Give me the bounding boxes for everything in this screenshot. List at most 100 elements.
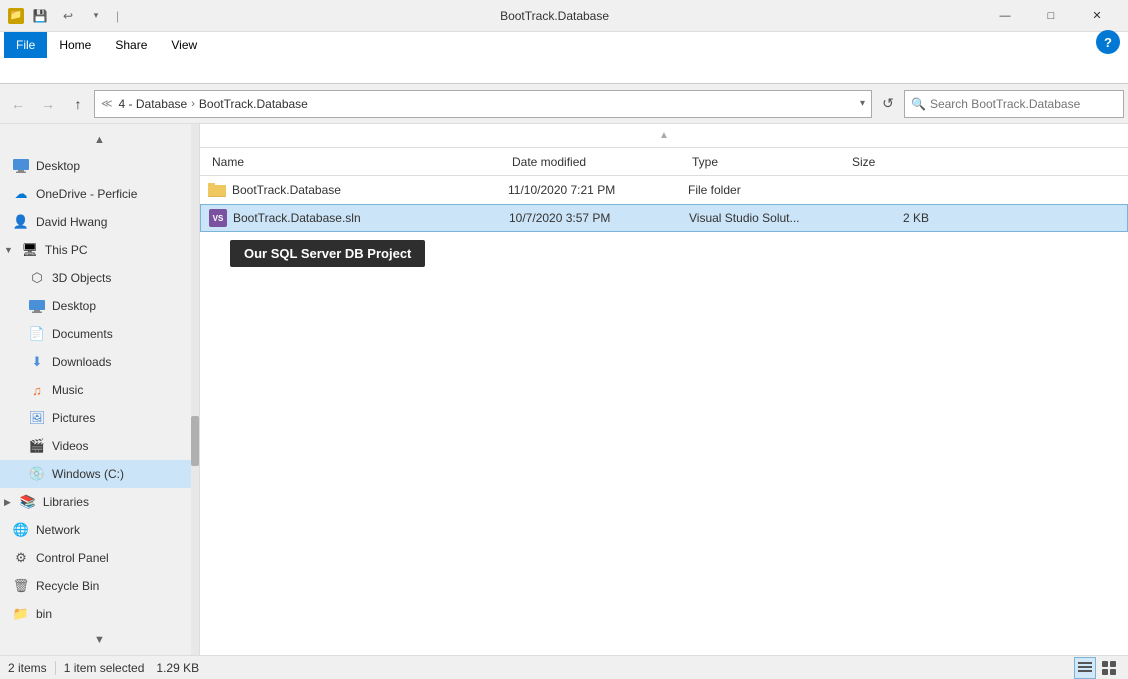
content-scroll-up-btn[interactable]: ▲ <box>659 130 669 141</box>
user-icon: 👤 <box>12 213 30 231</box>
sidebar-item-thispc-label: This PC <box>45 243 88 257</box>
qat-undo-btn[interactable]: ↩ <box>56 4 80 28</box>
file-name-folder: BootTrack.Database <box>208 181 508 200</box>
file-name-sln: VS BootTrack.Database.sln <box>209 209 509 227</box>
status-separator-1 <box>55 661 56 675</box>
address-current: BootTrack.Database <box>199 97 308 111</box>
music-icon: ♫ <box>28 381 46 399</box>
sidebar-item-user[interactable]: 👤 David Hwang <box>0 208 199 236</box>
app-icon: 📁 <box>8 8 24 24</box>
sidebar-item-network-label: Network <box>36 523 80 537</box>
ribbon-tabs: File Home Share View ? <box>0 32 1128 58</box>
maximize-button[interactable]: □ <box>1028 0 1074 32</box>
window-controls: — □ ✕ <box>982 0 1120 32</box>
file-type-folder: File folder <box>688 183 848 197</box>
status-count: 2 items <box>8 661 47 675</box>
search-input[interactable] <box>930 97 1117 111</box>
pictures-icon: 🖼 <box>28 409 46 427</box>
sidebar-item-libraries-label: Libraries <box>43 495 89 509</box>
sidebar-item-documents-label: Documents <box>52 327 113 341</box>
close-button[interactable]: ✕ <box>1074 0 1120 32</box>
sidebar-item-network[interactable]: 🌐 Network <box>0 516 199 544</box>
address-chevron-1: › <box>191 98 195 110</box>
sidebar-item-bin-label: bin <box>36 607 52 621</box>
libraries-expand-icon: ▶ <box>4 497 11 508</box>
refresh-button[interactable]: ↺ <box>874 90 902 118</box>
file-date-sln: 10/7/2020 3:57 PM <box>509 211 689 225</box>
sidebar-scrollbar-thumb[interactable] <box>191 416 199 466</box>
sidebar-item-3dobjects-label: 3D Objects <box>52 271 111 285</box>
forward-button[interactable]: → <box>34 90 62 118</box>
sidebar-item-recyclebin[interactable]: 🗑 Recycle Bin <box>0 572 199 600</box>
sidebar-item-downloads[interactable]: ⬇ Downloads <box>0 348 199 376</box>
sidebar-item-videos[interactable]: 🎬 Videos <box>0 432 199 460</box>
callout-label: Our SQL Server DB Project <box>230 240 425 267</box>
sidebar-item-onedrive[interactable]: ☁ OneDrive - Perficie <box>0 180 199 208</box>
sidebar-item-desktop2[interactable]: Desktop <box>0 292 199 320</box>
sidebar-item-thispc[interactable]: ▼ 🖥 This PC <box>0 236 199 264</box>
sidebar-item-documents[interactable]: 📄 Documents <box>0 320 199 348</box>
sidebar-item-onedrive-label: OneDrive - Perficie <box>36 187 137 201</box>
sidebar-item-music-label: Music <box>52 383 83 397</box>
up-button[interactable]: ↑ <box>64 90 92 118</box>
sidebar-scrollbar-track[interactable] <box>191 124 199 655</box>
desktop-icon <box>12 157 30 175</box>
sidebar-item-3dobjects[interactable]: ⬡ 3D Objects <box>0 264 199 292</box>
sidebar-item-desktop[interactable]: Desktop <box>0 152 199 180</box>
search-bar: 🔍 <box>904 90 1124 118</box>
sidebar-scroll-up[interactable]: ▲ <box>90 130 110 150</box>
sidebar-item-pictures[interactable]: 🖼 Pictures <box>0 404 199 432</box>
sidebar-scroll-down[interactable]: ▼ <box>90 630 110 650</box>
sidebar-item-controlpanel-label: Control Panel <box>36 551 109 565</box>
address-bar[interactable]: ≪ 4 - Database › BootTrack.Database ▾ <box>94 90 872 118</box>
sidebar-item-controlpanel[interactable]: ⚙ Control Panel <box>0 544 199 572</box>
tab-view[interactable]: View <box>159 32 209 58</box>
search-icon: 🔍 <box>911 97 926 111</box>
file-row-folder[interactable]: BootTrack.Database 11/10/2020 7:21 PM Fi… <box>200 176 1128 204</box>
tab-share[interactable]: Share <box>103 32 159 58</box>
col-header-size[interactable]: Size <box>848 148 928 175</box>
sidebar-item-desktop-label: Desktop <box>36 159 80 173</box>
sidebar-item-videos-label: Videos <box>52 439 88 453</box>
sidebar-item-bin[interactable]: 📁 bin <box>0 600 199 628</box>
ribbon-actions <box>0 58 1128 83</box>
minimize-button[interactable]: — <box>982 0 1028 32</box>
onedrive-icon: ☁ <box>12 185 30 203</box>
back-button[interactable]: ← <box>4 90 32 118</box>
main-layout: ▲ Desktop ☁ OneDrive - Perficie 👤 David … <box>0 124 1128 655</box>
help-button[interactable]: ? <box>1096 30 1120 54</box>
file-size-sln: 2 KB <box>849 211 929 225</box>
thispc-expand-icon: ▼ <box>4 245 13 255</box>
status-selected: 1 item selected <box>64 661 145 675</box>
downloads-icon: ⬇ <box>28 353 46 371</box>
sidebar-item-music[interactable]: ♫ Music <box>0 376 199 404</box>
tab-file[interactable]: File <box>4 32 47 58</box>
col-header-type[interactable]: Type <box>688 148 848 175</box>
file-row-sln[interactable]: VS BootTrack.Database.sln 10/7/2020 3:57… <box>200 204 1128 232</box>
pc-icon: 🖥 <box>21 241 39 259</box>
content-area: ▲ Name Date modified Type Size <box>200 124 1128 655</box>
address-crumb-1[interactable]: 4 - Database <box>119 97 188 111</box>
status-bar: 2 items 1 item selected 1.29 KB <box>0 655 1128 679</box>
window-title: BootTrack.Database <box>127 9 982 23</box>
file-type-sln: Visual Studio Solut... <box>689 211 849 225</box>
file-list: BootTrack.Database 11/10/2020 7:21 PM Fi… <box>200 176 1128 655</box>
sidebar-item-libraries[interactable]: ▶ 📚 Libraries <box>0 488 199 516</box>
sln-icon: VS <box>209 209 227 227</box>
desktop2-icon <box>28 297 46 315</box>
network-icon: 🌐 <box>12 521 30 539</box>
address-bar-area: ← → ↑ ≪ 4 - Database › BootTrack.Databas… <box>0 84 1128 124</box>
view-tiles-button[interactable] <box>1098 657 1120 679</box>
qat-dropdown-btn[interactable]: ▾ <box>84 4 108 28</box>
address-dropdown-button[interactable]: ▾ <box>860 98 865 109</box>
tab-home[interactable]: Home <box>47 32 103 58</box>
col-header-name[interactable]: Name <box>208 148 508 175</box>
controlpanel-icon: ⚙ <box>12 549 30 567</box>
ribbon: File Home Share View ? <box>0 32 1128 84</box>
sidebar-item-user-label: David Hwang <box>36 215 107 229</box>
sidebar-item-recyclebin-label: Recycle Bin <box>36 579 99 593</box>
sidebar-item-windows[interactable]: 💿 Windows (C:) <box>0 460 199 488</box>
qat-save-btn[interactable]: 💾 <box>28 4 52 28</box>
view-details-button[interactable] <box>1074 657 1096 679</box>
col-header-date[interactable]: Date modified <box>508 148 688 175</box>
